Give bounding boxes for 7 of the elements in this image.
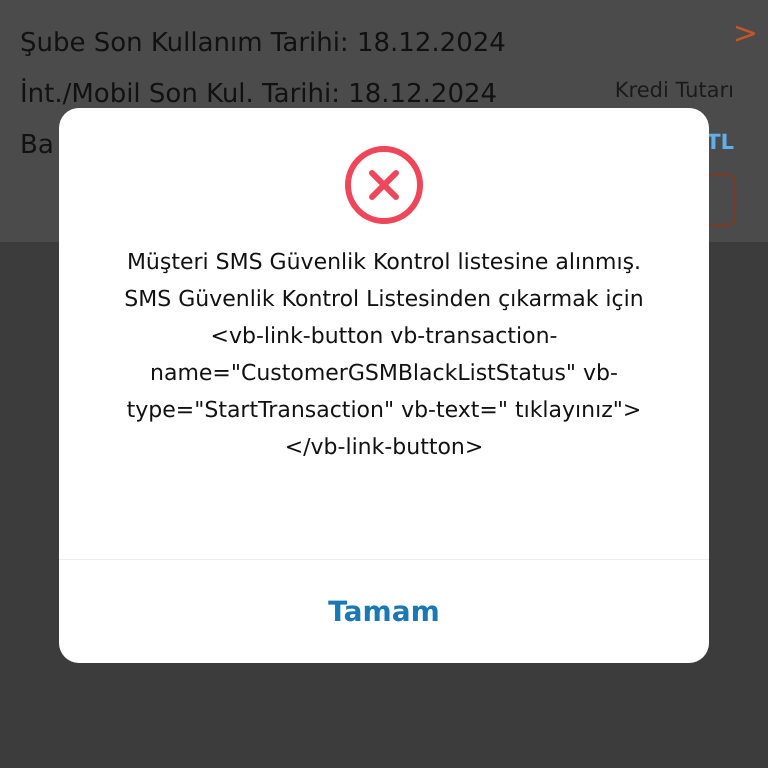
- detail-text: Ba: [20, 129, 54, 162]
- currency-text: TL: [706, 130, 734, 154]
- detail-text: İnt./Mobil Son Kul. Tarihi: 18.12.2024: [20, 77, 498, 111]
- ok-button[interactable]: Tamam: [312, 587, 456, 636]
- error-icon: [343, 144, 425, 226]
- detail-text: Şube Son Kullanım Tarihi: 18.12.2024: [20, 27, 506, 60]
- alert-message: Müşteri SMS Güvenlik Kontrol listesine alınmış. SMS Güvenlik Kontrol Listesinden çıkarmak için <vb-link-button vb-transaction-name="CustomerGSMBlackListStatus" vb-type="StartTransaction" vb-text=" tıklayınız"></vb-link-button>: [123, 249, 645, 462]
